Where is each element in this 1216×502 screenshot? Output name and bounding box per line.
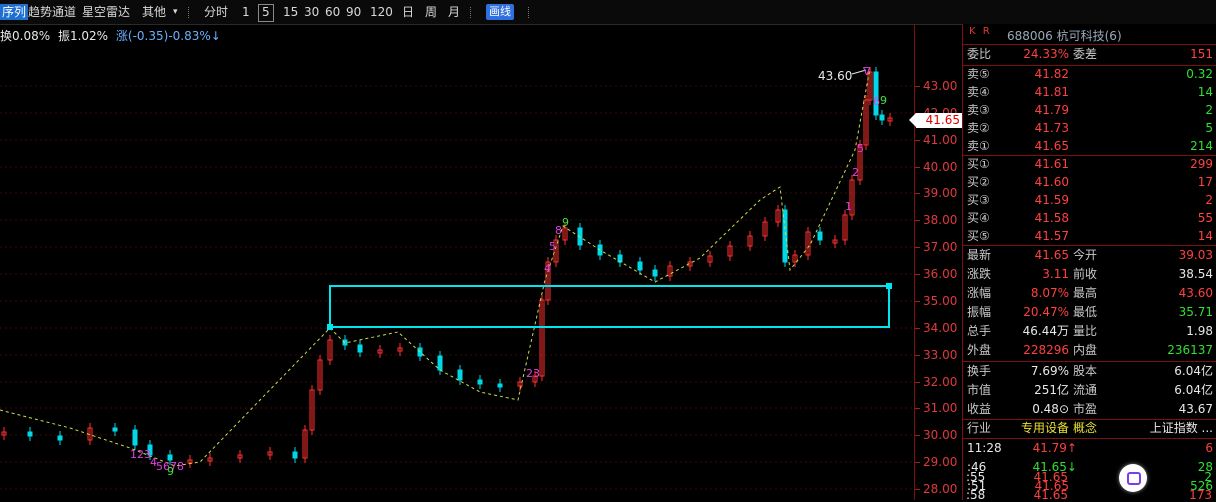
svg-text:9: 9 <box>880 94 887 107</box>
candle-body <box>782 209 788 263</box>
tick-row-extra: :55 41.65 2 :58 41.65 173 <box>966 470 1212 502</box>
svg-text:123: 123 <box>130 448 151 461</box>
svg-text:23: 23 <box>526 367 540 380</box>
highlight-box[interactable] <box>329 285 890 328</box>
candle-body <box>457 369 463 381</box>
price-tick: 43.00 <box>914 79 958 93</box>
price-tick: 34.00 <box>914 321 958 335</box>
stock-title[interactable]: 688006 杭可科技(6) <box>1007 27 1122 44</box>
svg-text:4: 4 <box>544 262 551 275</box>
candle-body <box>873 71 879 116</box>
price-tick: 40.00 <box>914 160 958 174</box>
candle-body <box>437 355 443 371</box>
candle-body <box>112 427 118 432</box>
stat-row: 外盘 228296 内盘 236137 <box>967 343 1213 357</box>
bid-row[interactable]: 买② 41.60 17 <box>963 173 1216 192</box>
stat-row: 最新 41.65 今开 39.03 <box>967 248 1213 262</box>
price-tick: 36.00 <box>914 267 958 281</box>
candle-body <box>637 261 643 271</box>
candle-body <box>417 347 423 357</box>
svg-text:9: 9 <box>167 465 174 478</box>
price-tick: 29.00 <box>914 455 958 469</box>
candle-body <box>357 344 363 353</box>
tick-row: 11:28 41.79↑ 6 <box>967 441 1213 455</box>
box-handle[interactable] <box>886 283 892 289</box>
candle-body <box>879 114 885 121</box>
candle-body <box>27 431 33 437</box>
panel-header: K R 688006 杭可科技(6) <box>963 24 1216 45</box>
candle-body <box>57 435 63 441</box>
kline-chart[interactable]: 43.60 123 4 5678 9 23 4 5 8 9 1 2 5 ∇ 6 … <box>0 0 914 500</box>
bid-row[interactable]: 买① 41.61 299 <box>963 155 1216 174</box>
price-tick: 33.00 <box>914 348 958 362</box>
price-tick: 31.00 <box>914 401 958 415</box>
svg-text:1: 1 <box>845 200 852 213</box>
candle-body <box>652 269 658 277</box>
panel-tabs[interactable]: K R <box>969 26 992 37</box>
ask-row[interactable]: 卖⑤ 41.82 0.32 <box>963 65 1216 84</box>
svg-text:9: 9 <box>562 216 569 229</box>
price-tick: 32.00 <box>914 375 958 389</box>
ask-row[interactable]: 卖④ 41.81 14 <box>963 83 1216 102</box>
bid-row[interactable]: 买⑤ 41.57 14 <box>963 227 1216 246</box>
stat-row: 涨幅 8.07% 最高 43.60 <box>967 286 1213 300</box>
candle-body <box>292 451 298 459</box>
svg-text:5: 5 <box>857 142 864 155</box>
fund-row: 换手 7.69% 股本 6.04亿 <box>967 364 1213 378</box>
candle-body <box>477 379 483 385</box>
candle-body <box>497 383 503 388</box>
tick-row: :46 41.65↓ 28 <box>967 460 1213 474</box>
weibi-row: 委比 24.33% 委差 151 <box>967 47 1213 61</box>
price-tick: 38.00 <box>914 213 958 227</box>
bid-row[interactable]: 买④ 41.58 55 <box>963 209 1216 228</box>
price-tick: 35.00 <box>914 294 958 308</box>
signal-marks: 123 4 5678 9 23 4 5 8 9 1 2 5 ∇ 6 9 <box>130 65 887 478</box>
current-price-marker: 41.65 <box>909 113 962 128</box>
bid-row[interactable]: 买③ 41.59 2 <box>963 191 1216 210</box>
stat-row: 涨跌 3.11 前收 38.54 <box>967 267 1213 281</box>
svg-text:2: 2 <box>852 166 859 179</box>
box-handle[interactable] <box>327 324 333 330</box>
candle-body <box>817 231 823 241</box>
price-tick: 39.00 <box>914 186 958 200</box>
trend-line <box>0 67 871 467</box>
stat-row: 振幅 20.47% 最低 35.71 <box>967 305 1213 319</box>
svg-text:5: 5 <box>549 240 556 253</box>
stat-row: 总手 46.44万 量比 1.98 <box>967 324 1213 338</box>
quote-panel: K R 688006 杭可科技(6) 委比 24.33% 委差 151 卖⑤ 4… <box>962 24 1216 500</box>
svg-text:∇: ∇ <box>862 65 871 78</box>
ask-row[interactable]: 卖① 41.65 214 <box>963 137 1216 156</box>
price-axis: 43.00 42.00 41.00 40.00 39.00 38.00 37.0… <box>914 24 963 500</box>
high-price-label: 43.60 <box>818 69 852 83</box>
svg-text:8: 8 <box>555 224 562 237</box>
candle-body <box>132 429 138 446</box>
price-gridlines <box>0 85 914 490</box>
price-tick: 41.00 <box>914 133 958 147</box>
svg-text:6: 6 <box>873 95 880 108</box>
fund-row: 市值 251亿 流通 6.04亿 <box>967 383 1213 397</box>
fund-row: 收益 0.48⊙ 市盈 43.67 <box>967 402 1213 416</box>
price-tick: 37.00 <box>914 240 958 254</box>
ask-row[interactable]: 卖② 41.73 5 <box>963 119 1216 138</box>
ask-row[interactable]: 卖③ 41.79 2 <box>963 101 1216 120</box>
price-tick: 30.00 <box>914 428 958 442</box>
chat-button[interactable] <box>1119 464 1147 492</box>
price-tick: 28.00 <box>914 482 958 496</box>
